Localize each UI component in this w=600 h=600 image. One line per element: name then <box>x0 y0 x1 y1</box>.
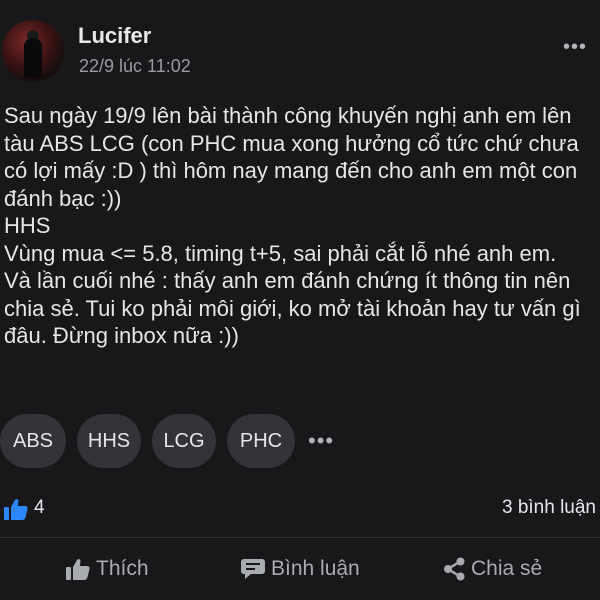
comment-button-label: Bình luận <box>271 557 360 580</box>
avatar[interactable] <box>2 20 64 82</box>
share-button[interactable]: Chia sẻ <box>443 554 542 584</box>
like-button[interactable]: Thích <box>66 554 149 584</box>
post-header: Lucifer 22/9 lúc 11:02 ••• <box>0 20 600 90</box>
tag-list: ABS HHS LCG PHC ••• <box>0 414 334 468</box>
tag-chip-abs[interactable]: ABS <box>0 414 66 468</box>
post-stats: 4 3 bình luận <box>0 494 600 524</box>
divider <box>0 537 600 538</box>
tag-chip-phc[interactable]: PHC <box>227 414 295 468</box>
tag-chip-hhs[interactable]: HHS <box>77 414 141 468</box>
post-timestamp[interactable]: 22/9 lúc 11:02 <box>79 56 191 77</box>
post-card: Lucifer 22/9 lúc 11:02 ••• Sau ngày 19/9… <box>0 0 600 600</box>
share-button-label: Chia sẻ <box>471 557 543 580</box>
tags-more-icon[interactable]: ••• <box>308 430 334 452</box>
post-paragraph: Vùng mua <= 5.8, timing t+5, sai phải cắ… <box>4 240 557 266</box>
like-reaction-icon[interactable] <box>4 498 28 520</box>
post-body: Sau ngày 19/9 lên bài thành công khuyến … <box>4 102 596 350</box>
author-name[interactable]: Lucifer <box>78 23 151 49</box>
action-bar: Thích Bình luận Chia sẻ <box>0 548 600 588</box>
tag-chip-lcg[interactable]: LCG <box>152 414 216 468</box>
comment-button[interactable]: Bình luận <box>241 554 360 584</box>
comment-icon <box>241 559 265 579</box>
share-icon <box>444 557 465 581</box>
more-options-icon[interactable]: ••• <box>563 37 587 57</box>
like-count[interactable]: 4 <box>34 497 45 519</box>
comments-count[interactable]: 3 bình luận <box>502 497 596 519</box>
post-paragraph: HHS <box>4 213 51 238</box>
avatar-figure <box>24 38 42 78</box>
like-button-label: Thích <box>96 557 149 580</box>
post-paragraph: Sau ngày 19/9 lên bài thành công khuyến … <box>4 103 579 211</box>
post-paragraph: Và lần cuối nhé : thấy anh em đánh chứng… <box>4 268 581 348</box>
thumbs-up-icon <box>66 559 90 580</box>
